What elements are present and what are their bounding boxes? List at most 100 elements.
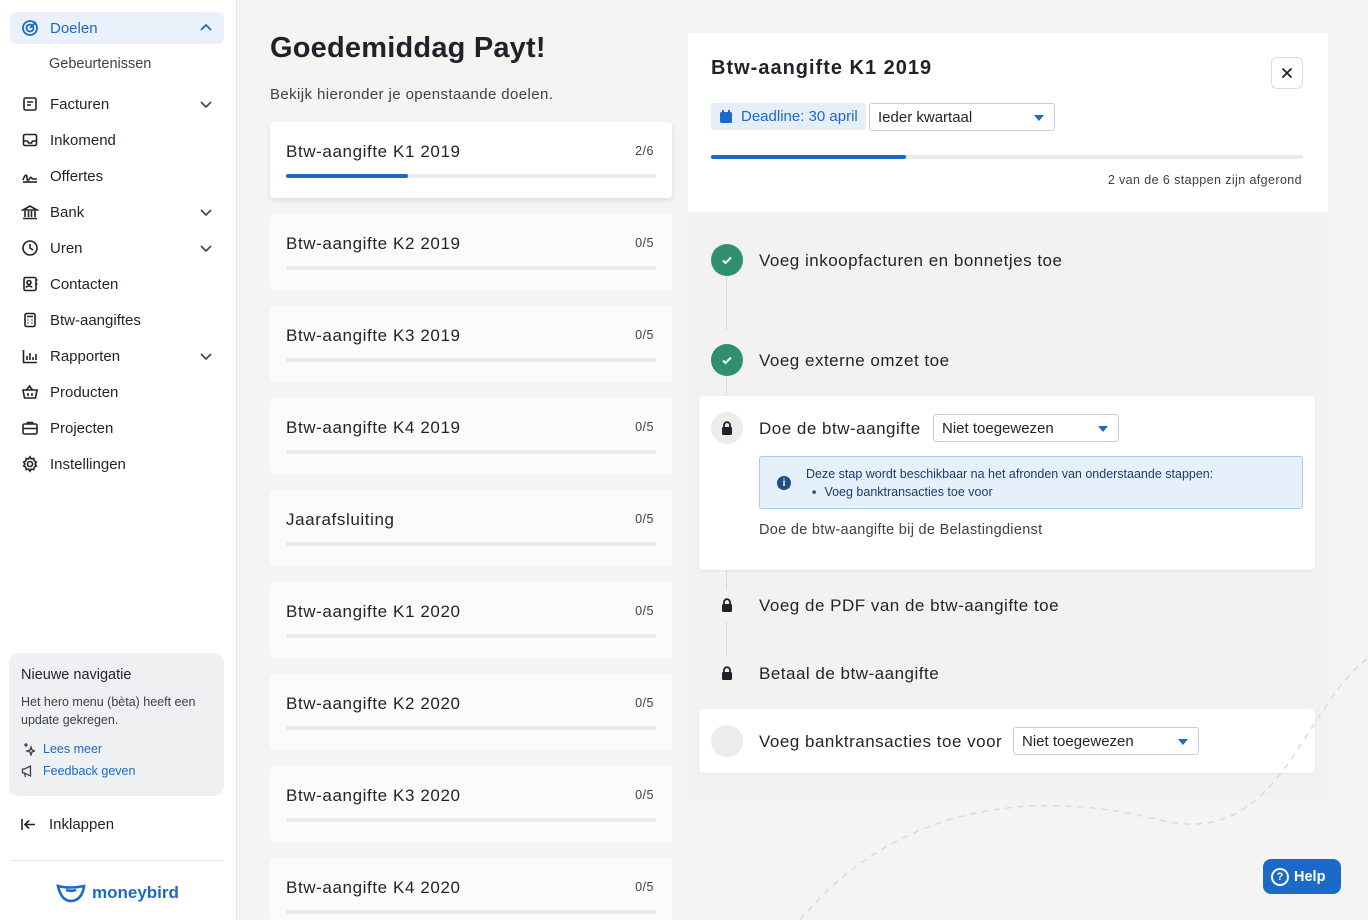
goal-count: 0/5 (635, 604, 654, 618)
step-info-alert: i Deze stap wordt beschikbaar na het afr… (759, 456, 1303, 509)
goal-card[interactable]: Btw-aangifte K4 2020 0/5 (270, 858, 672, 920)
feedback-link[interactable]: Feedback geven (21, 764, 135, 778)
step-title[interactable]: Voeg de PDF van de btw-aangifte toe (759, 596, 1059, 616)
goal-count: 0/5 (635, 880, 654, 894)
new-navigation-promo: Nieuwe navigatie Het hero menu (bèta) he… (9, 653, 224, 796)
sidebar-subitem-gebeurtenissen[interactable]: Gebeurtenissen (49, 56, 151, 72)
goal-count: 0/5 (635, 512, 654, 526)
goal-title: Btw-aangifte K2 2020 (286, 694, 461, 713)
moneybird-logo[interactable]: moneybird (56, 882, 179, 904)
step-title[interactable]: Doe de btw-aangifte (759, 419, 921, 439)
check-icon (722, 256, 732, 265)
goal-progress-track (286, 266, 656, 270)
bank-icon (20, 202, 40, 222)
goal-title: Btw-aangifte K4 2020 (286, 878, 461, 897)
goal-card[interactable]: Btw-aangifte K2 2019 0/5 (270, 214, 672, 290)
target-icon (20, 18, 40, 38)
chevron-down-icon[interactable] (198, 204, 214, 220)
step-locked-icon (711, 657, 743, 689)
step-done-icon (711, 344, 743, 376)
goal-progress-track (711, 155, 1303, 159)
sidebar-item-offertes[interactable]: Offertes (10, 160, 224, 192)
goal-title: Jaarafsluiting (286, 510, 395, 529)
sidebar-item-label: Doelen (50, 19, 98, 37)
step-done-icon (711, 244, 743, 276)
goal-card[interactable]: Btw-aangifte K4 2019 0/5 (270, 398, 672, 474)
sidebar-item-producten[interactable]: Producten (10, 376, 224, 408)
progress-status: 2 van de 6 stappen zijn afgerond (1107, 173, 1302, 187)
close-icon (1281, 67, 1293, 79)
dependency-item: Voeg banktransacties toe voor (824, 485, 992, 499)
briefcase-icon (20, 418, 40, 438)
collapse-icon (21, 819, 35, 830)
sidebar-item-uren[interactable]: Uren (10, 232, 224, 264)
sidebar-item-bank[interactable]: Bank (10, 196, 224, 228)
goal-count: 2/6 (635, 144, 654, 158)
logo-text: moneybird (92, 883, 179, 902)
help-button[interactable]: ? Help (1263, 859, 1341, 894)
deadline-badge: Deadline: 30 april (711, 103, 866, 130)
page-title: Goedemiddag Payt! (270, 32, 546, 64)
collapse-sidebar-button[interactable]: Inklappen (20, 816, 114, 833)
inbox-icon (20, 130, 40, 150)
sidebar-item-label: Contacten (50, 275, 119, 293)
calculator-icon (20, 310, 40, 330)
goal-progress-track (286, 358, 656, 362)
goal-progress-track (286, 726, 656, 730)
sidebar-item-rapporten[interactable]: Rapporten (10, 340, 224, 372)
chevron-down-icon[interactable] (198, 240, 214, 256)
goal-progress-track (286, 542, 656, 546)
question-icon: ? (1271, 867, 1289, 886)
basket-icon (20, 382, 40, 402)
step-description: Doe de btw-aangifte bij de Belastingdien… (759, 522, 1043, 538)
lock-icon (722, 421, 732, 435)
frequency-select[interactable]: Ieder kwartaal (869, 103, 1055, 131)
goal-title: Btw-aangifte K3 2020 (286, 786, 461, 805)
collapse-label: Inklappen (49, 816, 115, 833)
gear-icon (20, 454, 40, 474)
sidebar-item-label: Projecten (50, 419, 114, 437)
timeline-connector (726, 276, 727, 330)
calendar-icon (720, 110, 732, 123)
goal-progress-track (286, 818, 656, 822)
sidebar-item-doelen[interactable]: Doelen (10, 12, 224, 44)
sidebar-item-facturen[interactable]: Facturen (10, 88, 224, 120)
contact-card-icon (20, 274, 40, 294)
goal-card[interactable]: Btw-aangifte K3 2020 0/5 (270, 766, 672, 842)
lock-icon (722, 598, 732, 612)
chevron-up-icon[interactable] (198, 20, 214, 36)
goal-progress-track (286, 450, 656, 454)
assignee-select[interactable]: Niet toegewezen (933, 414, 1119, 442)
info-text: Deze stap wordt beschikbaar na het afron… (806, 467, 1214, 481)
step-title[interactable]: Voeg externe omzet toe (759, 351, 950, 371)
goal-card[interactable]: Jaarafsluiting 0/5 (270, 490, 672, 566)
sidebar-item-label: Rapporten (50, 347, 121, 365)
signature-icon (20, 166, 40, 186)
goal-title: Btw-aangifte K1 2020 (286, 602, 461, 621)
goal-card[interactable]: Btw-aangifte K3 2019 0/5 (270, 306, 672, 382)
goal-progress-track (286, 174, 656, 178)
goal-title: Btw-aangifte K4 2019 (286, 418, 461, 437)
info-icon: i (777, 476, 791, 490)
sidebar-item-inkomend[interactable]: Inkomend (10, 124, 224, 156)
promo-title: Nieuwe navigatie (21, 667, 132, 683)
sidebar-item-projecten[interactable]: Projecten (10, 412, 224, 444)
sidebar-item-instellingen[interactable]: Instellingen (10, 448, 224, 480)
read-more-link[interactable]: Lees meer (21, 742, 102, 756)
goal-card[interactable]: Btw-aangifte K1 2019 2/6 (270, 122, 672, 198)
chevron-down-icon[interactable] (198, 348, 214, 364)
goal-count: 0/5 (635, 328, 654, 342)
timeline-connector (726, 570, 727, 590)
deadline-text: Deadline: 30 april (741, 108, 858, 125)
step-title[interactable]: Voeg inkoopfacturen en bonnetjes toe (759, 251, 1062, 271)
sidebar-item-contacten[interactable]: Contacten (10, 268, 224, 300)
chevron-down-icon[interactable] (198, 96, 214, 112)
step-locked-icon (711, 589, 743, 621)
goal-card[interactable]: Btw-aangifte K1 2020 0/5 (270, 582, 672, 658)
step-locked-icon (711, 412, 743, 444)
sidebar-item-btw-aangiftes[interactable]: Btw-aangiftes (10, 304, 224, 336)
dropdown-caret-icon (1098, 426, 1108, 432)
megaphone-icon (21, 764, 32, 778)
goal-card[interactable]: Btw-aangifte K2 2020 0/5 (270, 674, 672, 750)
close-button[interactable] (1271, 57, 1303, 89)
